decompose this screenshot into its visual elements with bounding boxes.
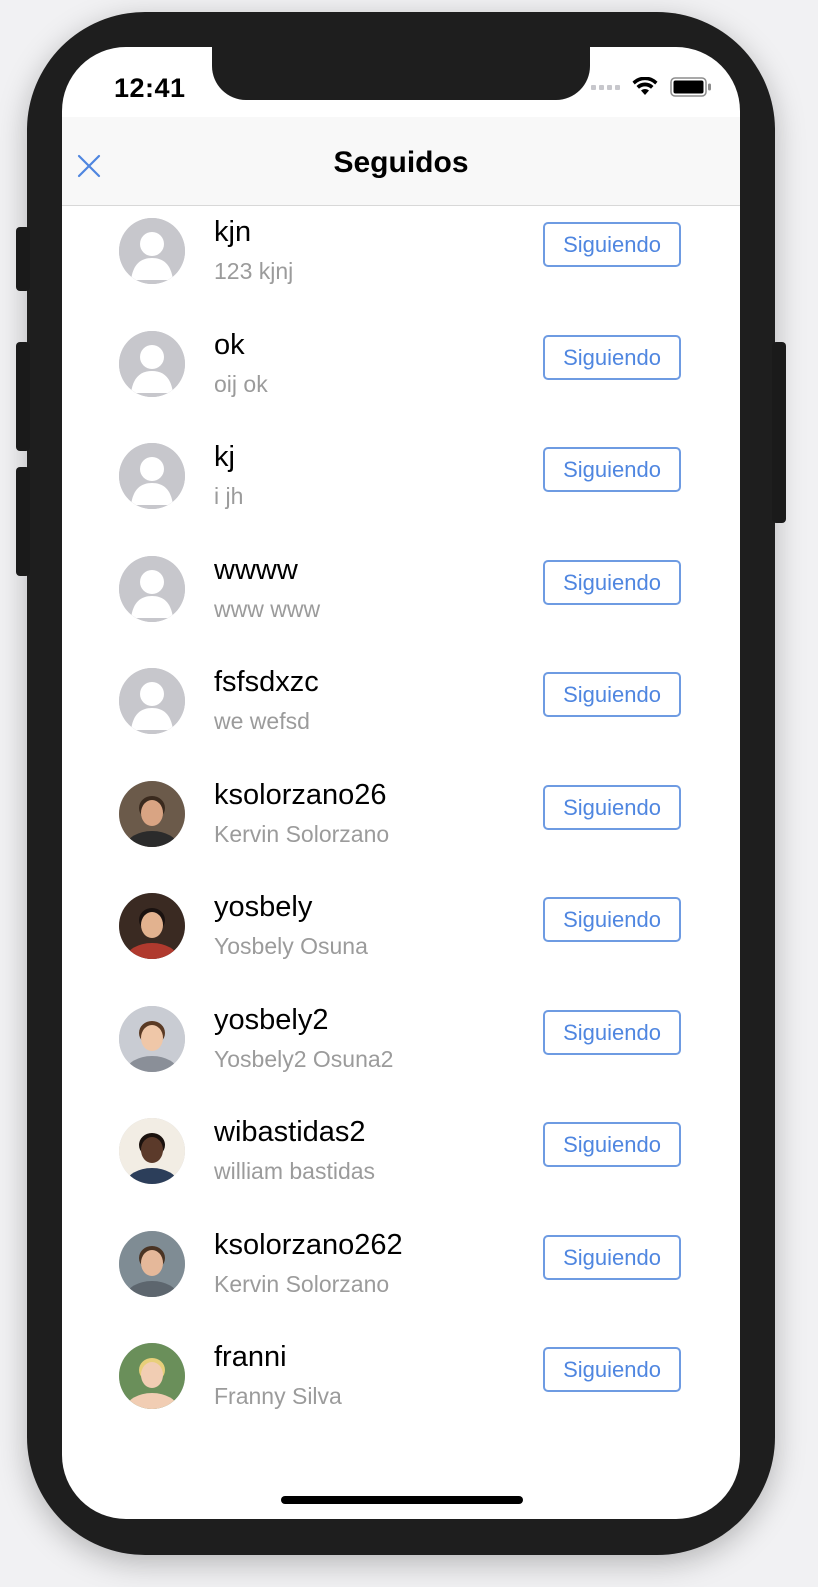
screen: 12:41 Seguidos kjn 123 kjnj Siguiendo ok oij… bbox=[62, 47, 740, 1519]
following-button[interactable]: Siguiendo bbox=[543, 447, 681, 492]
full-name: Yosbely2 Osuna2 bbox=[214, 1045, 394, 1072]
list-item[interactable]: ok oij ok Siguiendo bbox=[62, 319, 740, 432]
navigation-bar: Seguidos bbox=[62, 117, 740, 206]
list-item[interactable]: fsfsdxzc we wefsd Siguiendo bbox=[62, 656, 740, 769]
following-button[interactable]: Siguiendo bbox=[543, 1347, 681, 1392]
list-item[interactable]: wwww www www Siguiendo bbox=[62, 544, 740, 657]
full-name: 123 kjnj bbox=[214, 258, 294, 284]
default-avatar-icon bbox=[119, 443, 185, 509]
full-name: Franny Silva bbox=[214, 1383, 342, 1409]
volume-up-button bbox=[16, 342, 30, 451]
full-name: Yosbely Osuna bbox=[214, 933, 368, 959]
username: ok bbox=[214, 328, 245, 361]
list-item[interactable]: yosbely Yosbely Osuna Siguiendo bbox=[62, 881, 740, 994]
full-name: www www bbox=[214, 595, 321, 622]
avatar bbox=[119, 893, 185, 959]
status-icons bbox=[591, 77, 712, 97]
volume-down-button bbox=[16, 467, 30, 576]
following-button[interactable]: Siguiendo bbox=[543, 334, 681, 380]
default-avatar-icon bbox=[119, 218, 185, 284]
mute-switch bbox=[16, 227, 30, 291]
following-button[interactable]: Siguiendo bbox=[543, 1009, 681, 1055]
list-item[interactable]: franni Franny Silva Siguiendo bbox=[62, 1331, 740, 1444]
following-button[interactable]: Siguiendo bbox=[543, 559, 681, 605]
avatar bbox=[119, 1118, 185, 1184]
username: ksolorzano26 bbox=[214, 778, 387, 811]
username: kj bbox=[214, 441, 235, 473]
list-item[interactable]: wibastidas2 william bastidas Siguiendo bbox=[62, 1106, 740, 1219]
notch bbox=[212, 47, 590, 100]
list-item[interactable]: kjn 123 kjnj Siguiendo bbox=[62, 206, 740, 319]
full-name: i jh bbox=[214, 483, 244, 509]
following-button[interactable]: Siguiendo bbox=[543, 672, 681, 717]
username: wwww bbox=[214, 553, 298, 586]
following-button[interactable]: Siguiendo bbox=[543, 784, 681, 830]
full-name: william bastidas bbox=[214, 1158, 376, 1184]
signal-icon bbox=[591, 84, 620, 90]
power-button bbox=[772, 342, 786, 523]
username: yosbely2 bbox=[214, 1003, 329, 1036]
username: ksolorzano262 bbox=[214, 1228, 403, 1261]
list-item[interactable]: ksolorzano26 Kervin Solorzano Siguiendo bbox=[62, 769, 740, 882]
avatar bbox=[119, 1230, 185, 1297]
username: wibastidas2 bbox=[214, 1116, 366, 1148]
full-name: Kervin Solorzano bbox=[214, 1270, 390, 1297]
avatar bbox=[119, 780, 185, 847]
wifi-icon bbox=[632, 77, 658, 95]
list-item[interactable]: kj i jh Siguiendo bbox=[62, 431, 740, 544]
default-avatar-icon bbox=[119, 668, 185, 734]
battery-icon bbox=[670, 77, 711, 97]
username: fsfsdxzc bbox=[214, 666, 319, 698]
full-name: Kervin Solorzano bbox=[214, 820, 390, 847]
default-avatar-icon bbox=[119, 555, 185, 622]
default-avatar-icon bbox=[119, 330, 185, 397]
following-button[interactable]: Siguiendo bbox=[543, 222, 681, 267]
username: kjn bbox=[214, 216, 252, 248]
status-time: 12:41 bbox=[114, 73, 186, 103]
avatar bbox=[119, 1343, 185, 1409]
list-item[interactable]: ksolorzano262 Kervin Solorzano Siguiendo bbox=[62, 1219, 740, 1332]
following-button[interactable]: Siguiendo bbox=[543, 897, 681, 942]
home-indicator[interactable] bbox=[281, 1496, 523, 1504]
username: franni bbox=[214, 1341, 287, 1373]
avatar bbox=[119, 1005, 185, 1072]
following-button[interactable]: Siguiendo bbox=[543, 1234, 681, 1280]
following-button[interactable]: Siguiendo bbox=[543, 1122, 681, 1167]
full-name: we wefsd bbox=[214, 708, 310, 734]
page-title: Seguidos bbox=[333, 146, 469, 179]
full-name: oij ok bbox=[214, 370, 268, 397]
list-item[interactable]: yosbely2 Yosbely2 Osuna2 Siguiendo bbox=[62, 994, 740, 1107]
username: yosbely bbox=[214, 891, 313, 923]
following-list[interactable]: kjn 123 kjnj Siguiendo ok oij ok Siguiendo kj i… bbox=[62, 206, 740, 1444]
